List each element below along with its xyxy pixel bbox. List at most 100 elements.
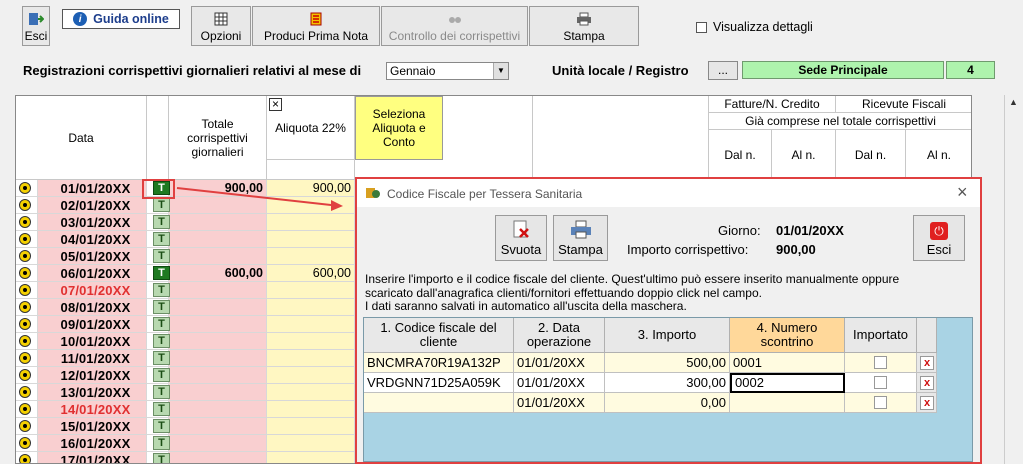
tessera-sanitaria-button[interactable]: T xyxy=(153,419,170,433)
tessera-sanitaria-button[interactable]: T xyxy=(153,232,170,246)
guida-online-button[interactable]: i Guida online xyxy=(62,9,180,29)
importo-cell[interactable]: 300,00 xyxy=(605,373,730,393)
tessera-sanitaria-button[interactable]: T xyxy=(153,436,170,450)
tessera-sanitaria-button[interactable]: T xyxy=(153,453,170,463)
numero-scontrino-cell[interactable]: 0001 xyxy=(730,353,845,373)
tessera-sanitaria-button[interactable]: T xyxy=(153,283,170,297)
scroll-up-arrow[interactable]: ▲ xyxy=(1009,97,1018,107)
expand-row-icon[interactable] xyxy=(19,182,31,194)
row-aliquota[interactable]: 600,00 xyxy=(267,265,351,282)
row-totale[interactable] xyxy=(169,333,263,350)
row-totale[interactable] xyxy=(169,435,263,452)
row-totale[interactable] xyxy=(169,299,263,316)
importato-checkbox[interactable] xyxy=(874,356,887,369)
expand-row-icon[interactable] xyxy=(19,335,31,347)
controllo-corrispettivi-button[interactable]: Controllo dei corrispettivi xyxy=(381,6,528,46)
expand-row-icon[interactable] xyxy=(19,369,31,381)
dialog-stampa-button[interactable]: Stampa xyxy=(553,215,608,261)
esci-button[interactable]: Esci xyxy=(22,6,50,46)
codice-fiscale-cell[interactable]: VRDGNN71D25A059K xyxy=(364,373,514,393)
tessera-sanitaria-button[interactable]: T xyxy=(153,334,170,348)
row-aliquota[interactable] xyxy=(267,299,351,316)
seleziona-aliquota-button[interactable]: Seleziona Aliquota e Conto xyxy=(355,96,443,160)
delete-row-button[interactable]: x xyxy=(920,376,934,390)
giorno-value: 01/01/20XX xyxy=(776,223,844,238)
tessera-sanitaria-button[interactable]: T xyxy=(153,215,170,229)
data-operazione-cell[interactable]: 01/01/20XX xyxy=(514,373,605,393)
tessera-sanitaria-button[interactable]: T xyxy=(153,351,170,365)
row-aliquota[interactable] xyxy=(267,452,351,463)
expand-row-icon[interactable] xyxy=(19,386,31,398)
expand-row-icon[interactable] xyxy=(19,420,31,432)
expand-row-icon[interactable] xyxy=(19,199,31,211)
svuota-button[interactable]: Svuota xyxy=(495,215,547,261)
tessera-sanitaria-button[interactable]: T xyxy=(153,266,170,280)
tessera-sanitaria-button[interactable]: T xyxy=(153,402,170,416)
numero-scontrino-cell[interactable]: 0002 xyxy=(730,373,845,393)
expand-row-icon[interactable] xyxy=(19,437,31,449)
stampa-button[interactable]: Stampa xyxy=(529,6,639,46)
data-operazione-cell[interactable]: 01/01/20XX xyxy=(514,393,605,413)
tessera-sanitaria-button[interactable]: T xyxy=(153,300,170,314)
expand-row-icon[interactable] xyxy=(19,403,31,415)
row-totale[interactable] xyxy=(169,231,263,248)
tessera-sanitaria-button[interactable]: T xyxy=(153,385,170,399)
row-totale[interactable] xyxy=(169,418,263,435)
row-totale[interactable] xyxy=(169,350,263,367)
tessera-sanitaria-button[interactable]: T xyxy=(153,198,170,212)
codice-fiscale-cell[interactable]: BNCMRA70R19A132P xyxy=(364,353,514,373)
row-totale[interactable] xyxy=(169,248,263,265)
codice-fiscale-cell[interactable] xyxy=(364,393,514,413)
tessera-sanitaria-button[interactable]: T xyxy=(153,368,170,382)
dialog-close-icon[interactable]: × xyxy=(957,182,968,203)
month-select[interactable]: Gennaio ▼ xyxy=(386,62,509,80)
row-totale[interactable] xyxy=(169,316,263,333)
row-totale[interactable]: 600,00 xyxy=(169,265,263,282)
row-totale[interactable] xyxy=(169,384,263,401)
tessera-sanitaria-button[interactable]: T xyxy=(153,317,170,331)
row-aliquota[interactable] xyxy=(267,384,351,401)
produci-prima-nota-button[interactable]: Produci Prima Nota xyxy=(252,6,380,46)
row-date: 11/01/20XX xyxy=(60,351,131,366)
row-totale[interactable] xyxy=(169,401,263,418)
row-aliquota[interactable] xyxy=(267,316,351,333)
row-totale[interactable] xyxy=(169,452,263,463)
visualizza-dettagli-checkbox[interactable] xyxy=(696,22,707,33)
row-aliquota[interactable] xyxy=(267,333,351,350)
row-aliquota[interactable] xyxy=(267,401,351,418)
expand-row-icon[interactable] xyxy=(19,454,31,463)
row-totale[interactable] xyxy=(169,282,263,299)
importato-checkbox[interactable] xyxy=(874,396,887,409)
tessera-sanitaria-button[interactable]: T xyxy=(153,249,170,263)
row-aliquota[interactable] xyxy=(267,214,351,231)
vertical-scrollbar[interactable]: ▲ xyxy=(1004,95,1023,464)
expand-row-icon[interactable] xyxy=(19,352,31,364)
delete-row-button[interactable]: x xyxy=(920,396,934,410)
row-aliquota[interactable] xyxy=(267,367,351,384)
row-totale[interactable] xyxy=(169,214,263,231)
importo-cell[interactable]: 0,00 xyxy=(605,393,730,413)
numero-scontrino-cell[interactable] xyxy=(730,393,845,413)
row-aliquota[interactable] xyxy=(267,282,351,299)
row-aliquota[interactable] xyxy=(267,435,351,452)
opzioni-button[interactable]: Opzioni xyxy=(191,6,251,46)
row-aliquota[interactable] xyxy=(267,418,351,435)
unita-browse-button[interactable]: ... xyxy=(708,61,738,80)
expand-row-icon[interactable] xyxy=(19,216,31,228)
expand-row-icon[interactable] xyxy=(19,301,31,313)
expand-row-icon[interactable] xyxy=(19,284,31,296)
expand-row-icon[interactable] xyxy=(19,233,31,245)
importo-cell[interactable]: 500,00 xyxy=(605,353,730,373)
data-operazione-cell[interactable]: 01/01/20XX xyxy=(514,353,605,373)
importato-checkbox[interactable] xyxy=(874,376,887,389)
remove-aliquota-button[interactable]: × xyxy=(269,98,282,111)
expand-row-icon[interactable] xyxy=(19,267,31,279)
dialog-esci-button[interactable]: ⏻ Esci xyxy=(913,215,965,261)
delete-row-button[interactable]: x xyxy=(920,356,934,370)
expand-row-icon[interactable] xyxy=(19,250,31,262)
row-aliquota[interactable] xyxy=(267,231,351,248)
row-totale[interactable] xyxy=(169,367,263,384)
row-aliquota[interactable] xyxy=(267,248,351,265)
row-aliquota[interactable] xyxy=(267,350,351,367)
expand-row-icon[interactable] xyxy=(19,318,31,330)
